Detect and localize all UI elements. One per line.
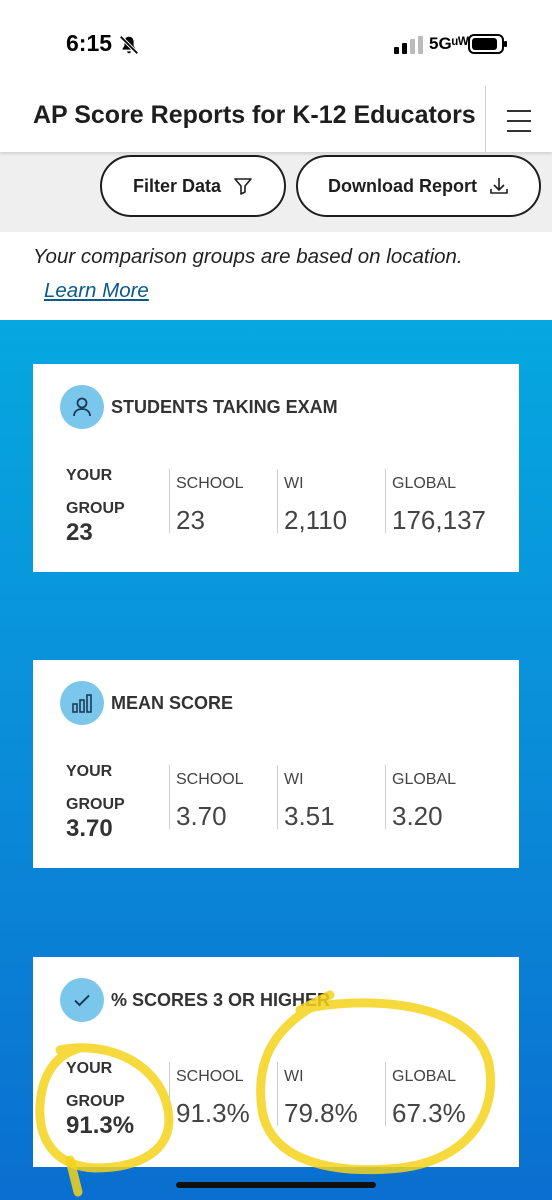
card-title: % SCORES 3 OR HIGHER <box>111 990 331 1010</box>
school-column: SCHOOL 23 <box>169 469 244 535</box>
muted-bell-icon <box>119 35 139 55</box>
cellular-signal-icon <box>394 36 423 54</box>
students-taking-exam-card: STUDENTS TAKING EXAM YOUR GROUP 23 SCHOO… <box>33 364 519 572</box>
school-column: SCHOOL 91.3% <box>169 1062 250 1128</box>
header-divider <box>485 86 486 152</box>
column-label: WI <box>284 475 304 492</box>
column-label: SCHOOL <box>176 475 244 492</box>
filter-icon <box>234 178 252 195</box>
wi-column: WI 2,110 <box>277 469 348 535</box>
battery-icon <box>468 34 507 54</box>
your-group-value: 3.70 <box>66 815 113 842</box>
column-value: 2,110 <box>284 505 348 535</box>
filter-data-button[interactable]: Filter Data <box>100 155 286 217</box>
column-label: WI <box>284 771 304 788</box>
hamburger-line <box>507 120 531 122</box>
comparison-notice: Your comparison groups are based on loca… <box>33 245 463 268</box>
status-time: 6:15 <box>66 30 113 56</box>
column-label: WI <box>284 1068 304 1085</box>
column-value: 3.51 <box>284 801 335 831</box>
global-column: GLOBAL 176,137 <box>385 469 486 535</box>
your-group-label: YOUR GROUP <box>66 763 125 813</box>
hamburger-menu-button[interactable] <box>504 106 534 132</box>
hamburger-line <box>507 130 531 132</box>
global-column: GLOBAL 3.20 <box>385 765 457 831</box>
hamburger-line <box>507 110 531 112</box>
column-label: GLOBAL <box>392 1068 457 1085</box>
learn-more-link[interactable]: Learn More <box>44 279 149 303</box>
filter-data-label: Filter Data <box>132 175 222 196</box>
scores-3-or-higher-card: % SCORES 3 OR HIGHER YOUR GROUP 91.3% SC… <box>33 957 519 1167</box>
your-group-value: 23 <box>66 519 93 546</box>
download-report-button[interactable]: Download Report <box>296 155 541 217</box>
toolbar: Filter Data Download Report <box>0 152 552 232</box>
bar-chart-icon <box>60 681 104 725</box>
checkmark-icon <box>60 978 104 1022</box>
card-title: STUDENTS TAKING EXAM <box>111 397 338 417</box>
school-column: SCHOOL 3.70 <box>169 765 244 831</box>
column-value: 23 <box>176 505 205 535</box>
column-value: 79.8% <box>284 1098 358 1128</box>
network-label: 5Gᵘᵂ <box>429 34 469 53</box>
your-group-label: YOUR GROUP <box>66 1060 125 1110</box>
page-title: AP Score Reports for K-12 Educators <box>33 101 476 129</box>
person-icon <box>60 385 104 429</box>
column-label: GLOBAL <box>392 771 457 788</box>
download-icon <box>490 178 508 194</box>
card-title: MEAN SCORE <box>111 693 234 713</box>
column-value: 91.3% <box>176 1098 250 1128</box>
status-bar: 6:15 5Gᵘᵂ <box>0 0 552 86</box>
home-indicator[interactable] <box>176 1182 376 1188</box>
column-value: 3.20 <box>392 801 443 831</box>
global-column: GLOBAL 67.3% <box>385 1062 466 1128</box>
your-group-value: 91.3% <box>66 1112 135 1139</box>
wi-column: WI 3.51 <box>277 765 335 831</box>
column-label: SCHOOL <box>176 771 244 788</box>
app-header: AP Score Reports for K-12 Educators <box>0 86 552 152</box>
download-report-label: Download Report <box>328 175 477 196</box>
column-label: SCHOOL <box>176 1068 244 1085</box>
mean-score-card: MEAN SCORE YOUR GROUP 3.70 SCHOOL 3.70 W… <box>33 660 519 868</box>
your-group-label: YOUR GROUP <box>66 467 125 517</box>
wi-column: WI 79.8% <box>277 1062 358 1128</box>
column-value: 3.70 <box>176 801 227 831</box>
column-label: GLOBAL <box>392 475 457 492</box>
column-value: 176,137 <box>392 505 486 535</box>
column-value: 67.3% <box>392 1098 466 1128</box>
